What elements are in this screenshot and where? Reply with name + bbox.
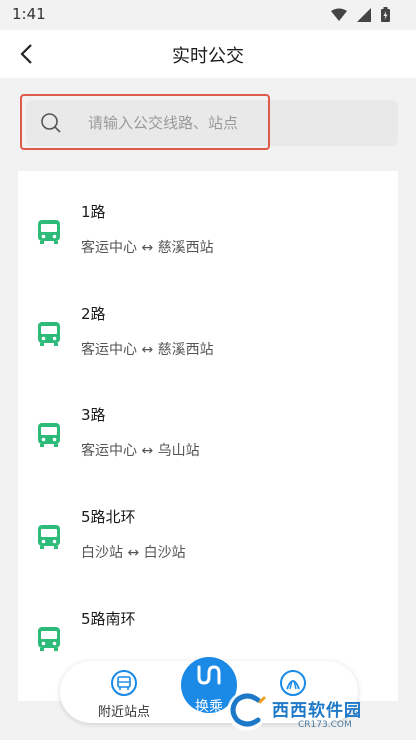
route-name: 5路北环 <box>81 508 136 526</box>
route-name: 2路 <box>81 305 106 323</box>
route-list: 1路 客运中心 ↔ 慈溪西站 2路 客运中心 ↔ 慈溪西站 3路 客运中心 ↔ … <box>18 171 398 701</box>
route-name: 5路南环 <box>81 610 136 628</box>
watermark: 西西软件园 CR173.COM <box>220 682 416 740</box>
bus-icon <box>38 627 60 651</box>
nav-nearby-label: 附近站点 <box>97 705 150 720</box>
route-stops: 客运中心 ↔ 乌山站 <box>81 443 200 459</box>
bus-icon <box>38 423 60 447</box>
route-item[interactable]: 3路 客运中心 ↔ 乌山站 <box>18 374 398 476</box>
route-stops: 白沙站 ↔ 白沙站 <box>81 545 186 561</box>
route-name: 1路 <box>81 203 106 221</box>
battery-icon <box>381 7 390 22</box>
watermark-sub: CR173.COM <box>298 720 352 730</box>
bus-icon <box>38 322 60 346</box>
search-highlight-frame <box>20 94 270 150</box>
page-title: 实时公交 <box>172 46 244 67</box>
nav-nearby-stations[interactable]: 附近站点 <box>79 661 169 723</box>
bus-stop-icon <box>111 670 137 696</box>
header-bar: 实时公交 <box>0 30 416 78</box>
route-item[interactable]: 1路 客运中心 ↔ 慈溪西站 <box>18 171 398 273</box>
bus-icon <box>38 220 60 244</box>
bus-icon <box>38 525 60 549</box>
route-stops: 客运中心 ↔ 慈溪西站 <box>81 342 214 358</box>
status-bar: 1:41 <box>0 0 416 30</box>
status-time: 1:41 <box>12 5 46 23</box>
watermark-text: 西西软件园 <box>272 701 362 721</box>
signal-icon <box>357 7 371 22</box>
wifi-icon <box>331 8 347 21</box>
watermark-logo-icon <box>227 691 267 731</box>
route-stops: 客运中心 ↔ 慈溪西站 <box>81 240 214 256</box>
route-item[interactable]: 2路 客运中心 ↔ 慈溪西站 <box>18 273 398 375</box>
status-icons <box>331 7 390 22</box>
route-item[interactable]: 5路北环 白沙站 ↔ 白沙站 <box>18 476 398 578</box>
route-name: 3路 <box>81 406 106 424</box>
